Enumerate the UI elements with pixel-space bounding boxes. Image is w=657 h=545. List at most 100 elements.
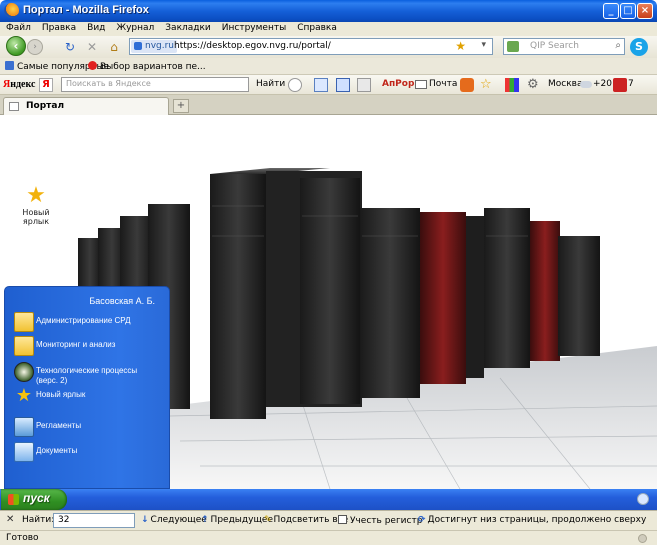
address-bar[interactable]: nvg.ru https://desktop.egov.nvg.ru/porta… [129, 38, 493, 55]
yandex-logo[interactable]: Яндекс [3, 79, 35, 90]
highlight-all-button[interactable]: ✎ Подсветить все [264, 515, 348, 525]
temperature-label[interactable]: +20 [593, 79, 612, 89]
grid-icon[interactable] [357, 78, 371, 92]
traffic-count[interactable]: 7 [628, 79, 634, 89]
user-name: Басовская А. Б. [89, 296, 155, 306]
anpop-button[interactable]: АпРор [382, 79, 414, 89]
start-button-label: пуск [23, 491, 50, 505]
start-item-admin[interactable]: Администрирование СРД [12, 311, 167, 333]
desktop-shortcut-label: Новый ярлык [22, 208, 50, 226]
start-item-label: Администрирование СРД [36, 316, 131, 325]
search-icon[interactable]: ⌕ [615, 40, 621, 51]
bookmark-star-icon[interactable]: ★ [455, 39, 466, 53]
checkbox-icon[interactable] [338, 515, 347, 524]
window-title: Портал - Mozilla Firefox [23, 4, 149, 16]
avast-icon [88, 61, 97, 70]
windows-logo-icon [8, 494, 19, 505]
find-status: ⟳ Достигнут низ страницы, продолжено свер… [418, 515, 646, 525]
status-bar: Готово [0, 530, 657, 545]
search-engine-icon[interactable] [507, 41, 519, 52]
start-item-new-shortcut[interactable]: ★ Новый ярлык [12, 385, 167, 407]
yandex-find-button[interactable]: Найти [256, 79, 285, 89]
desktop-shortcut[interactable]: ★ Новый ярлык [16, 183, 56, 227]
weather-cloud-icon [580, 81, 592, 88]
forward-button[interactable]: › [27, 39, 43, 55]
maximize-button[interactable]: □ [620, 3, 636, 19]
site-identity-badge[interactable]: nvg.ru [131, 40, 178, 53]
skype-icon[interactable]: S [630, 38, 648, 56]
arrow-up-icon: ↑ [201, 515, 209, 525]
menu-help[interactable]: Справка [291, 22, 342, 33]
minimize-button[interactable]: _ [603, 3, 619, 19]
favorites-star-icon[interactable]: ☆ [480, 78, 494, 92]
document-icon [14, 442, 34, 462]
gear-icon[interactable]: ⚙ [527, 78, 541, 92]
navigation-toolbar: ‹ › ↻ ✕ ⌂ nvg.ru https://desktop.egov.nv… [0, 36, 657, 58]
spellcheck-icon[interactable] [314, 78, 328, 92]
status-text: Готово [6, 533, 39, 543]
menu-tools[interactable]: Инструменты [216, 22, 291, 33]
start-item-label: Новый ярлык [36, 390, 86, 399]
find-next-button[interactable]: ↓ Следующее [141, 515, 207, 525]
bookmarks-toolbar: Самые популярные Выбор вариантов пе... [0, 58, 657, 75]
stop-icon[interactable]: ✕ [85, 40, 99, 54]
traffic-icon[interactable] [613, 78, 627, 92]
wrap-icon: ⟳ [418, 515, 426, 525]
new-tab-button[interactable]: + [173, 99, 189, 113]
highlight-label: Подсветить все [273, 515, 349, 525]
bookmark-label: Выбор вариантов пе... [100, 62, 206, 72]
reload-icon[interactable]: ↻ [63, 40, 77, 54]
bookmark-icon [5, 61, 14, 70]
fox-icon[interactable] [460, 78, 474, 92]
tab-label: Портал [26, 101, 65, 111]
flowchart-icon [14, 417, 34, 437]
folder-icon [14, 312, 34, 332]
close-button[interactable]: × [637, 3, 653, 19]
start-item-label: Регламенты [36, 421, 82, 430]
start-item-documents[interactable]: Документы [12, 441, 167, 463]
home-icon[interactable]: ⌂ [107, 40, 121, 54]
firefox-icon [4, 3, 19, 18]
bookmark-choice[interactable]: Выбор вариантов пе... [88, 61, 206, 72]
url-text[interactable]: https://desktop.egov.nvg.ru/portal/ [174, 41, 331, 51]
mail-icon [415, 80, 427, 89]
dropdown-arrow-icon[interactable]: ▾ [481, 40, 486, 50]
yandex-toolbar: Яндекс Я Поискать в Яндексе Найти АпРор … [0, 75, 657, 95]
menu-bookmarks[interactable]: Закладки [159, 22, 216, 33]
start-menu-panel: Басовская А. Б. Администрирование СРД Мо… [4, 286, 170, 489]
menu-history[interactable]: Журнал [110, 22, 159, 33]
folder-icon [14, 336, 34, 356]
mail-button[interactable]: Почта [429, 79, 457, 89]
start-item-label: Документы [36, 446, 78, 455]
star-icon: ★ [26, 183, 46, 208]
back-button[interactable]: ‹ [6, 36, 26, 56]
status-icon [638, 534, 647, 543]
match-case-label: Учесть регистр [350, 516, 423, 526]
match-case-checkbox[interactable]: Учесть регистр [338, 515, 422, 526]
search-box[interactable]: QIP Search ⌕ [503, 38, 625, 55]
close-find-icon[interactable]: ✕ [6, 514, 14, 525]
yandex-badge-icon[interactable]: Я [39, 78, 53, 92]
find-label: Найти: [22, 515, 55, 525]
tray-icon[interactable] [637, 493, 649, 505]
start-item-label: Технологические процессы (верс. 2) [36, 366, 138, 385]
find-prev-button[interactable]: ↑ Предыдущее [201, 515, 273, 525]
city-label[interactable]: Москва [548, 79, 582, 89]
find-input[interactable]: 32 [53, 513, 135, 528]
arrow-down-icon: ↓ [141, 515, 149, 525]
start-item-label: Мониторинг и анализ [36, 340, 116, 349]
start-item-monitoring[interactable]: Мониторинг и анализ [12, 335, 167, 357]
tab-bar: Портал + [0, 95, 657, 115]
taskbar: пуск [0, 489, 657, 510]
apps-icon[interactable] [505, 78, 519, 92]
start-button[interactable]: пуск [1, 489, 67, 510]
menu-view[interactable]: Вид [81, 22, 110, 33]
speech-icon[interactable] [288, 78, 302, 92]
yandex-search-input[interactable]: Поискать в Яндексе [61, 77, 249, 92]
menu-file[interactable]: Файл [0, 22, 36, 33]
start-item-regulations[interactable]: Регламенты [12, 416, 167, 438]
menu-edit[interactable]: Правка [36, 22, 81, 33]
find-bar: ✕ Найти: 32 ↓ Следующее ↑ Предыдущее ✎ Подс… [0, 510, 657, 530]
translate-icon[interactable] [336, 78, 350, 92]
tab-portal[interactable]: Портал [3, 97, 169, 115]
